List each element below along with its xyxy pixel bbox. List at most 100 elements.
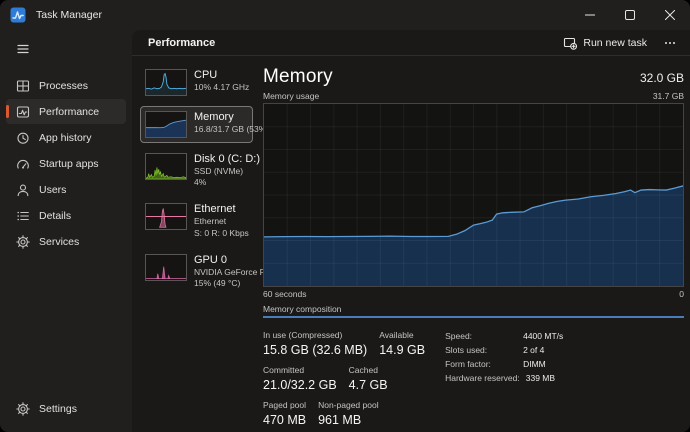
memory-sparkline-icon	[145, 111, 187, 138]
perf-item-title: CPU	[194, 69, 218, 81]
gauge-icon	[16, 157, 30, 171]
stat-cell: Cached 4.7 GB	[349, 365, 388, 392]
perf-list-item-memory[interactable]: Memory 16.8/31.7 GB (53%)	[140, 106, 270, 143]
stat-cell: Committed 21.0/32.2 GB	[263, 365, 337, 392]
perf-list-item-gpu[interactable]: GPU 0 NVIDIA GeForce R... 15% (49 °C)	[140, 249, 273, 294]
sidebar-item-label: App history	[39, 131, 92, 144]
perf-item-text: Ethernet Ethernet S: 0 R: 0 Kbps	[194, 203, 249, 238]
sidebar-item-label: Users	[39, 183, 67, 196]
perf-item-title: Memory	[194, 111, 234, 123]
detail-row: Speed: 4400 MT/s	[445, 331, 563, 341]
time-axis-end: 0	[679, 289, 684, 299]
sidebar-item-processes[interactable]: Processes	[6, 73, 126, 98]
close-button[interactable]	[650, 0, 690, 30]
sidebar-item-label: Settings	[39, 402, 77, 415]
stat-value: 4.7 GB	[348, 378, 388, 392]
sidebar: Processes Performance App history Startup a…	[0, 30, 132, 432]
detail-value: DIMM	[523, 359, 546, 369]
detail-row: Hardware reserved: 339 MB	[445, 373, 563, 383]
performance-list: CPU 10% 4.17 GHz Memory 16.8/31.7 GB (53%) D…	[132, 64, 273, 432]
sidebar-item-startup-apps[interactable]: Startup apps	[6, 151, 126, 176]
perf-item-subtitle: NVIDIA GeForce R...	[194, 266, 273, 277]
stats-row: Committed 21.0/32.2 GB Cached 4.7 GB	[263, 365, 425, 392]
task-manager-window: Task Manager Processes Performance App h…	[0, 0, 690, 432]
content-header: Performance Run new task	[132, 30, 690, 56]
perf-list-item-ethernet[interactable]: Ethernet Ethernet S: 0 R: 0 Kbps	[140, 198, 253, 243]
menu-toggle-button[interactable]	[6, 36, 126, 62]
selection-accent	[6, 105, 9, 118]
perf-item-text: CPU 10% 4.17 GHz	[194, 69, 250, 93]
perf-item-subtitle: Ethernet	[194, 216, 227, 227]
grid-icon	[16, 79, 30, 93]
detail-label: Hardware reserved:	[445, 373, 520, 383]
detail-label: Form factor:	[445, 359, 491, 369]
detail-value: 4400 MT/s	[523, 331, 564, 341]
services-gear-icon	[16, 234, 30, 249]
gear-icon	[16, 401, 30, 416]
stat-value: 15.8 GB (32.6 MB)	[263, 343, 368, 357]
content-pane: Performance Run new task CPU 10% 4.17 GH…	[132, 30, 690, 432]
detail-label: Slots used:	[445, 345, 488, 355]
detail-label: Speed:	[445, 331, 473, 341]
memory-usage-chart	[264, 104, 683, 286]
window-controls	[570, 0, 690, 30]
sidebar-item-label: Performance	[39, 105, 100, 118]
stat-value: 21.0/32.2 GB	[263, 378, 337, 392]
memory-panel: Memory 32.0 GB Memory usage 31.7 GB 60 s…	[257, 64, 690, 432]
maximize-button[interactable]	[610, 0, 650, 30]
sidebar-item-settings[interactable]: Settings	[6, 396, 126, 421]
perf-item-subtitle: S: 0 R: 0 Kbps	[194, 227, 249, 238]
page-title: Performance	[148, 36, 216, 49]
sidebar-item-details[interactable]: Details	[6, 203, 126, 228]
minimize-button[interactable]	[570, 0, 610, 30]
titlebar: Task Manager	[0, 0, 690, 30]
memory-stats: In use (Compressed) 15.8 GB (32.6 MB) Avai…	[263, 330, 684, 432]
stats-row: Paged pool 470 MB Non-paged pool 961 MB	[263, 400, 425, 427]
stat-cell: Non-paged pool 961 MB	[318, 400, 379, 427]
stat-value: 470 MB	[263, 413, 307, 427]
perf-item-text: GPU 0 NVIDIA GeForce R... 15% (49 °C)	[194, 253, 273, 289]
gpu-sparkline-icon	[145, 253, 187, 281]
sidebar-item-label: Startup apps	[39, 157, 99, 170]
sidebar-item-app-history[interactable]: App history	[6, 125, 126, 150]
detail-row: Form factor: DIMM	[445, 359, 563, 369]
sidebar-item-users[interactable]: Users	[6, 177, 126, 202]
perf-list-item-disk[interactable]: Disk 0 (C: D:) SSD (NVMe) 4%	[140, 148, 260, 193]
usage-graph-max: 31.7 GB	[652, 91, 684, 101]
perf-item-title: GPU 0	[194, 253, 228, 266]
detail-value: 2 of 4	[523, 345, 545, 355]
task-manager-logo-icon	[10, 7, 26, 23]
total-capacity: 32.0 GB	[639, 71, 684, 85]
more-options-button[interactable]	[658, 33, 682, 53]
sidebar-item-performance[interactable]: Performance	[6, 99, 126, 124]
disk-sparkline-icon	[145, 153, 187, 180]
usage-graph-label: Memory usage	[263, 91, 320, 101]
stat-label: Non-paged pool	[318, 400, 379, 410]
run-new-task-button[interactable]: Run new task	[554, 33, 656, 53]
stat-value: 14.9 GB	[379, 343, 426, 357]
run-new-task-icon	[564, 37, 578, 50]
detail-value: 339 MB	[525, 373, 556, 383]
perf-item-subtitle: 10% 4.17 GHz	[194, 82, 250, 93]
perf-item-subtitle: SSD (NVMe)	[194, 166, 244, 177]
sidebar-item-label: Details	[39, 209, 72, 222]
perf-item-subtitle: 4%	[194, 177, 207, 188]
panel-title: Memory	[263, 66, 333, 87]
history-clock-icon	[16, 131, 30, 145]
list-icon	[16, 209, 30, 223]
perf-item-subtitle: 16.8/31.7 GB (53%)	[194, 124, 270, 135]
memory-composition-bar[interactable]	[263, 316, 684, 318]
sidebar-item-label: Processes	[39, 79, 89, 92]
stat-cell: In use (Compressed) 15.8 GB (32.6 MB)	[263, 330, 367, 357]
perf-list-item-cpu[interactable]: CPU 10% 4.17 GHz	[140, 64, 253, 101]
stat-label: Committed	[263, 365, 305, 375]
perf-item-text: Memory 16.8/31.7 GB (53%)	[194, 111, 270, 135]
more-options-icon	[665, 41, 675, 44]
ethernet-sparkline-icon	[145, 203, 187, 231]
perf-item-title: Ethernet	[194, 203, 236, 216]
hamburger-icon	[17, 44, 29, 54]
stat-cell: Paged pool 470 MB	[263, 400, 306, 427]
memory-usage-graph[interactable]	[263, 103, 684, 287]
sidebar-item-services[interactable]: Services	[6, 229, 126, 254]
detail-row: Slots used: 2 of 4	[445, 345, 563, 355]
